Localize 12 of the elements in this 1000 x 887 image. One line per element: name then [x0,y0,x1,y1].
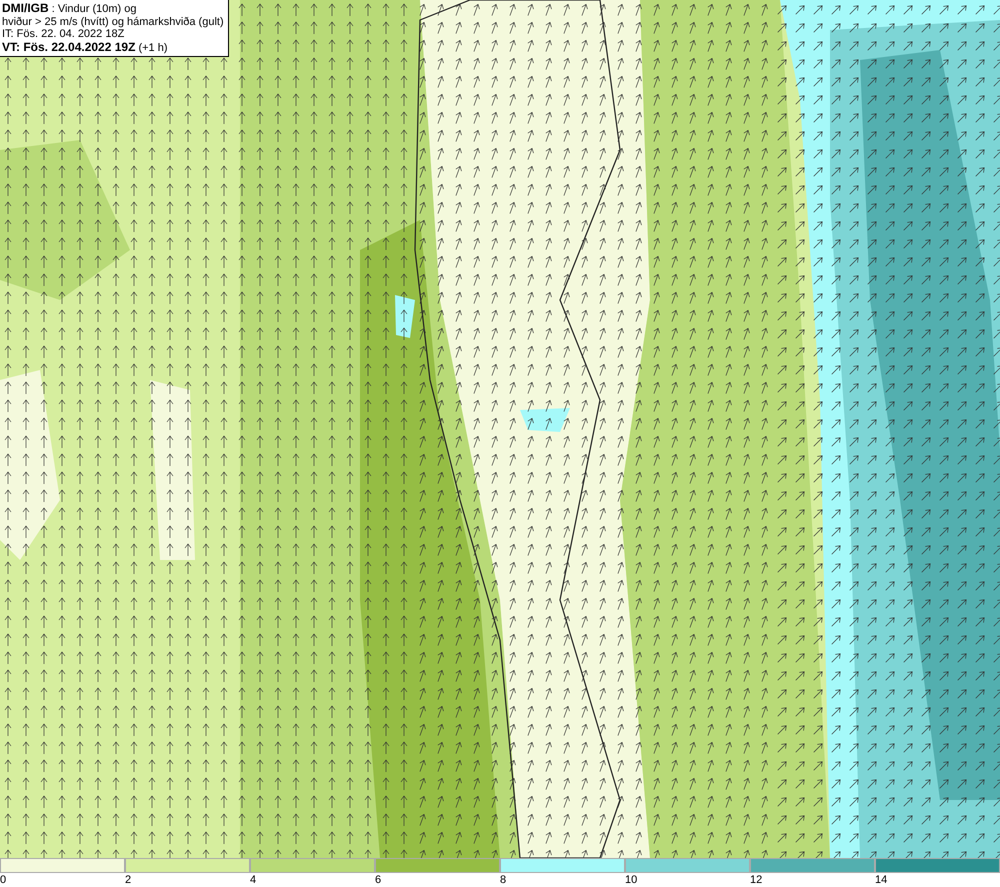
legend-tick-label: 6 [375,873,382,887]
legend-tick-label: 0 [0,873,6,887]
legend-tick-label: 8 [500,873,506,887]
caption-line: IT: Fös. 22. 04. 2022 18Z [2,28,126,40]
legend-tick-label: 2 [125,873,132,887]
legend-tick-label: 12 [750,873,762,887]
caption-line: DMI/IGB : Vindur (10m) og [2,2,138,16]
legend-tick-label: 4 [250,873,256,887]
caption-line: hviður > 25 m/s (hvítt) og hámarkshviða (gult) [2,16,224,28]
legend-tick-label: 14 [875,873,888,887]
caption-line: VT: Fös. 22.04.2022 19Z (+1 h) [2,40,169,54]
legend-tick-label: 10 [625,873,638,887]
